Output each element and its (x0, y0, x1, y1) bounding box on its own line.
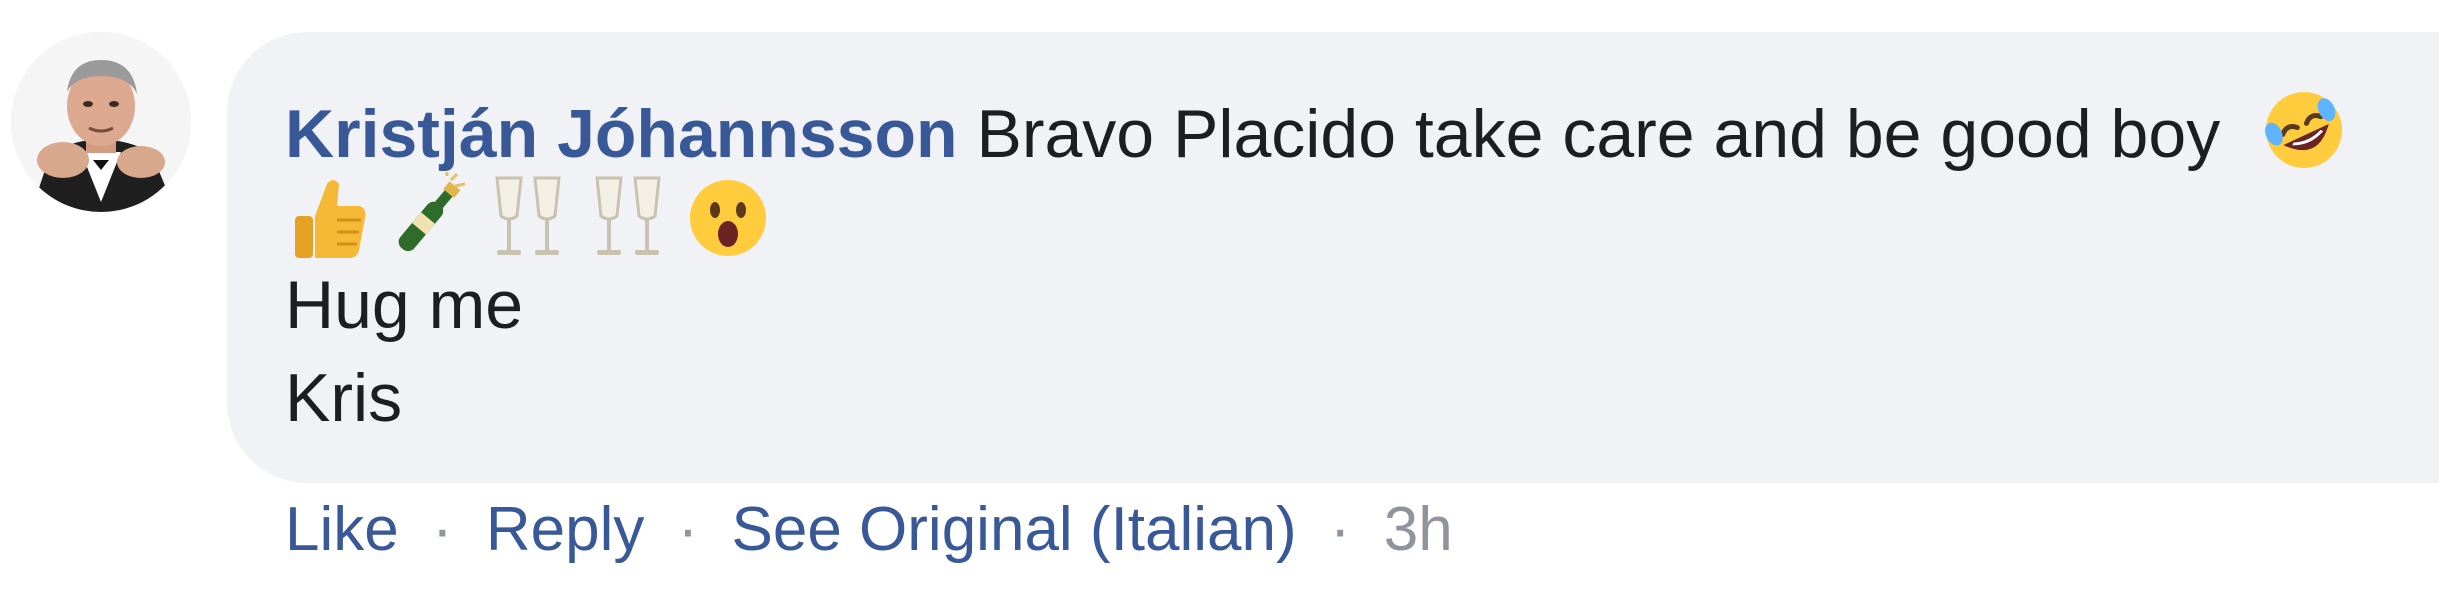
comment-text: Bravo Placido take care and be good boy (976, 96, 2221, 172)
separator: · (431, 495, 453, 564)
reply-link[interactable]: Reply (486, 495, 645, 564)
avatar[interactable] (11, 32, 191, 212)
astonished-face-icon (685, 172, 771, 264)
timestamp[interactable]: 3h (1384, 495, 1453, 564)
comment: Kristján Jóhannsson Bravo Placido take c… (0, 0, 2439, 600)
comment-actions: Like · Reply · See Original (Italian) · … (285, 490, 1453, 570)
separator: · (1329, 495, 1351, 564)
see-original-link[interactable]: See Original (Italian) (732, 495, 1297, 564)
like-link[interactable]: Like (285, 495, 399, 564)
comment-text-line1: Kristján Jóhannsson Bravo Placido take c… (285, 85, 2349, 175)
rolling-on-floor-laughing-icon (2259, 85, 2349, 175)
separator: · (677, 495, 699, 564)
clinking-glasses-icon (585, 172, 671, 264)
comment-author[interactable]: Kristján Jóhannsson (285, 96, 958, 172)
comment-text-line4: Kris (285, 360, 403, 436)
champagne-bottle-icon (385, 172, 471, 264)
emoji-line (285, 168, 771, 268)
clinking-glasses-icon (485, 172, 571, 264)
comment-text-line3: Hug me (285, 267, 524, 343)
thumbs-up-icon (285, 172, 371, 264)
